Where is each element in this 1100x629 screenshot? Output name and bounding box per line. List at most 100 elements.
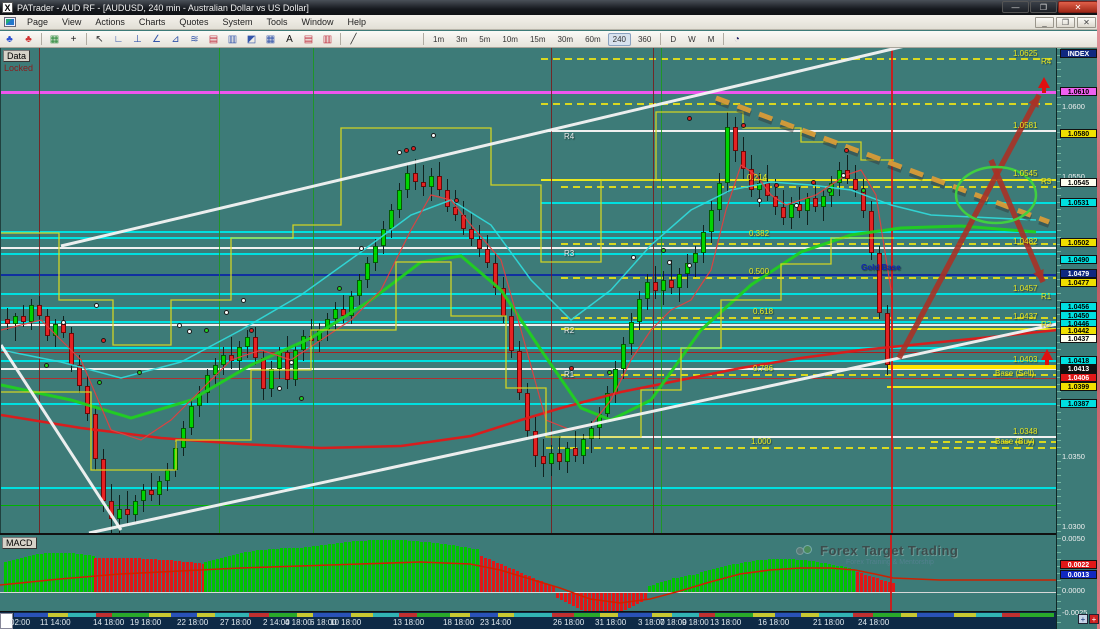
scale-compress-button[interactable]: + xyxy=(1089,614,1099,624)
scale-expand-button[interactable]: + xyxy=(1078,614,1088,624)
chart-label: 0.382 xyxy=(749,230,769,238)
symbol-down-icon[interactable]: ♣ xyxy=(20,32,37,46)
timeframe-3m[interactable]: 3m xyxy=(451,33,472,46)
menu-quotes[interactable]: Quotes xyxy=(172,16,215,28)
toolbar-separator xyxy=(660,33,661,45)
session-block xyxy=(715,613,753,617)
signal-dot xyxy=(757,198,762,203)
time-label: 4 18:00 xyxy=(285,618,312,627)
menu-window[interactable]: Window xyxy=(294,16,340,28)
maximize-button[interactable]: ❐ xyxy=(1030,1,1057,13)
timeframe-360[interactable]: 360 xyxy=(633,33,656,46)
levels2-tool-icon[interactable]: ▥ xyxy=(319,32,336,46)
symbol-up-icon[interactable]: ♣ xyxy=(1,32,18,46)
timeframe-1m[interactable]: 1m xyxy=(428,33,449,46)
toolbar-separator xyxy=(723,33,724,45)
menu-help[interactable]: Help xyxy=(341,16,374,28)
time-label: 24 18:00 xyxy=(858,618,889,627)
signal-dot xyxy=(177,323,182,328)
axis-price-label: 0.0000 xyxy=(1062,586,1085,595)
period-W[interactable]: W xyxy=(683,33,701,46)
app-icon: X xyxy=(2,2,13,13)
price-scale[interactable]: INDEX1.06001.05501.03501.03000.00500.002… xyxy=(1056,48,1097,629)
chart-overlay xyxy=(1,48,1056,533)
signal-dot xyxy=(794,203,799,208)
signal-dot xyxy=(687,263,692,268)
close-button[interactable]: ✕ xyxy=(1058,1,1098,13)
session-block xyxy=(197,613,215,617)
signal-dot xyxy=(359,246,364,251)
child-close-button[interactable]: ✕ xyxy=(1077,17,1096,28)
chart-label: 1.0545 xyxy=(1013,170,1037,178)
chart-label: Base (Buy) xyxy=(995,438,1035,446)
child-minimize-button[interactable]: _ xyxy=(1035,17,1054,28)
cursor-icon[interactable]: ↖ xyxy=(91,32,108,46)
signal-dot xyxy=(289,360,294,365)
signal-dot xyxy=(411,146,416,151)
levels-tool-icon[interactable]: ▤ xyxy=(300,32,317,46)
timeframe-10m[interactable]: 10m xyxy=(497,33,523,46)
session-block xyxy=(618,613,652,617)
fibo-ext-tool-icon[interactable]: ▥ xyxy=(224,32,241,46)
pen-tool-icon[interactable]: ╱ xyxy=(345,32,362,46)
session-block xyxy=(652,613,672,617)
hline-tool-icon[interactable]: ∟ xyxy=(110,32,127,46)
menu-page[interactable]: Page xyxy=(20,16,55,28)
grid-tool-icon[interactable]: ▦ xyxy=(262,32,279,46)
session-block xyxy=(1002,613,1020,617)
window-title: PATrader - AUD RF - [AUDUSD, 240 min - A… xyxy=(17,3,309,13)
timeframe-60m[interactable]: 60m xyxy=(580,33,606,46)
child-restore-button[interactable]: ❐ xyxy=(1056,17,1075,28)
menu-tools[interactable]: Tools xyxy=(259,16,294,28)
session-block xyxy=(976,613,1002,617)
text-tool-icon[interactable]: A xyxy=(281,32,298,46)
menu-system[interactable]: System xyxy=(215,16,259,28)
chart-type-icon[interactable]: ▦ xyxy=(46,32,63,46)
period-M[interactable]: M xyxy=(703,33,720,46)
chart-label: R1 xyxy=(1041,293,1051,301)
clock-icon[interactable]: ◔ xyxy=(728,32,745,46)
signal-dot xyxy=(397,150,402,155)
index-tag: INDEX xyxy=(1060,49,1097,58)
signal-dot xyxy=(61,320,66,325)
chart-label: R4 xyxy=(1041,58,1051,66)
minimize-button[interactable]: — xyxy=(1002,1,1029,13)
time-label: 19 18:00 xyxy=(130,618,161,627)
session-block xyxy=(313,613,351,617)
signal-dot xyxy=(811,180,816,185)
timeframe-240[interactable]: 240 xyxy=(608,33,631,46)
timeframe-15m[interactable]: 15m xyxy=(525,33,551,46)
menu-view[interactable]: View xyxy=(55,16,88,28)
price-tag: 1.0477 xyxy=(1060,278,1097,287)
upper-white-channel xyxy=(61,48,1056,246)
period-D[interactable]: D xyxy=(665,33,681,46)
signal-dot xyxy=(137,370,142,375)
pitchfork-tool-icon[interactable]: ≋ xyxy=(186,32,203,46)
time-label: 23 14:00 xyxy=(480,618,511,627)
session-block xyxy=(699,613,715,617)
menu-bar: PageViewActionsChartsQuotesSystemToolsWi… xyxy=(0,15,1100,30)
timeframe-30m[interactable]: 30m xyxy=(553,33,579,46)
chart-canvas[interactable]: Data Locked R4R3R2R10.2140.3820.5000.618… xyxy=(0,48,1056,533)
fast-red-ma xyxy=(1,165,891,440)
price-tag: 0.0013 xyxy=(1060,570,1097,579)
price-tag: 1.0413 xyxy=(1060,364,1097,373)
crosshair-icon[interactable]: + xyxy=(65,32,82,46)
macd-signal-line xyxy=(0,562,1056,603)
menu-charts[interactable]: Charts xyxy=(132,16,173,28)
menu-actions[interactable]: Actions xyxy=(88,16,132,28)
vline-tool-icon[interactable]: ⊥ xyxy=(129,32,146,46)
fibo-tool-icon[interactable]: ▤ xyxy=(205,32,222,46)
price-tag: 0.0022 xyxy=(1060,560,1097,569)
zigzag-tool-icon[interactable]: ◩ xyxy=(243,32,260,46)
alert-up-arrow-icon xyxy=(1038,77,1050,93)
macd-panel[interactable]: Forex Target Trading Forex Training & Me… xyxy=(0,533,1056,612)
price-tag: 1.0502 xyxy=(1060,238,1097,247)
trendline-tool-icon[interactable]: ∠ xyxy=(148,32,165,46)
timeframe-5m[interactable]: 5m xyxy=(474,33,495,46)
session-block xyxy=(853,613,873,617)
channel-tool-icon[interactable]: ⊿ xyxy=(167,32,184,46)
chart-label: 0.214 xyxy=(747,174,767,182)
chart-label: 1.0457 xyxy=(1013,285,1037,293)
session-block xyxy=(96,613,112,617)
